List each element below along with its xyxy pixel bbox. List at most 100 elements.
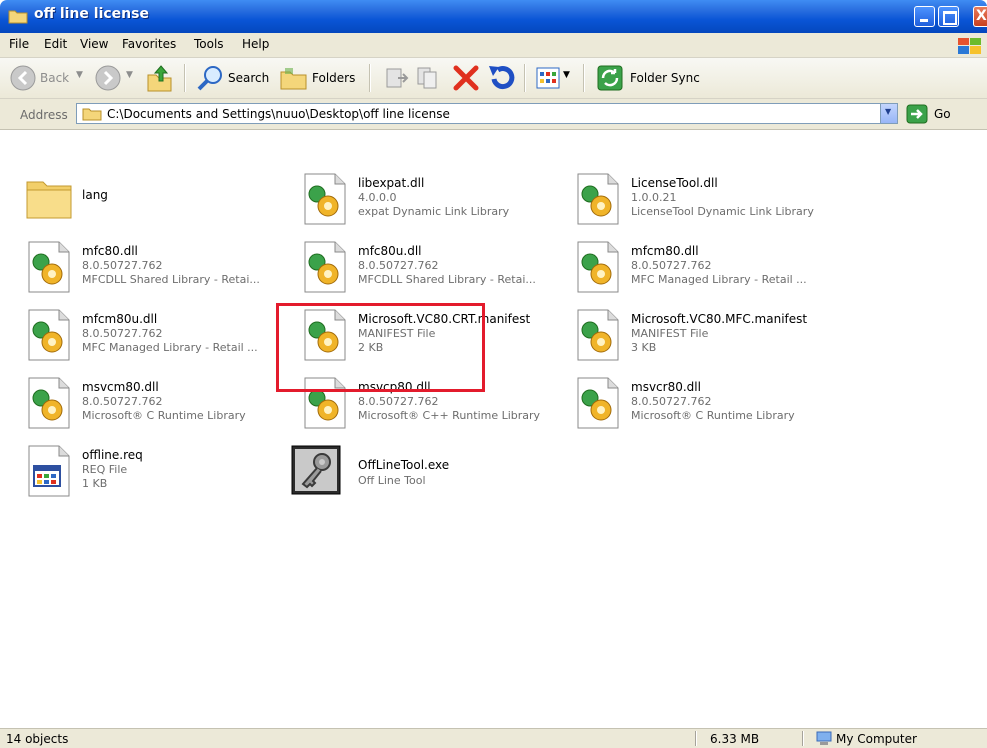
address-path: C:\Documents and Settings\nuuo\Desktop\o…: [107, 107, 450, 121]
folders-button[interactable]: Folders: [312, 71, 355, 85]
file-version: 1.0.0.21: [631, 191, 677, 204]
file-item-vc80-mfc-manifest[interactable]: Microsoft.VC80.MFC.manifest MANIFEST Fil…: [573, 304, 843, 364]
address-label: Address: [20, 108, 68, 122]
file-version: 8.0.50727.762: [631, 259, 712, 272]
highlight-annotation-box: [276, 303, 485, 392]
folder-sync-button[interactable]: Folder Sync: [630, 71, 700, 85]
file-name: libexpat.dll: [358, 176, 425, 190]
chevron-down-icon: ▼: [885, 107, 892, 116]
file-type: MANIFEST File: [631, 327, 709, 340]
search-icon[interactable]: [196, 64, 224, 92]
copy-to-icon[interactable]: [416, 66, 442, 90]
file-version: 8.0.50727.762: [631, 395, 712, 408]
file-item-libexpat[interactable]: libexpat.dll 4.0.0.0 expat Dynamic Link …: [300, 168, 570, 228]
file-name: mfc80.dll: [82, 244, 138, 258]
dll-icon: [28, 241, 70, 293]
maximize-button[interactable]: [938, 6, 959, 27]
back-button[interactable]: Back: [40, 71, 69, 85]
file-item-mfc80[interactable]: mfc80.dll 8.0.50727.762 MFCDLL Shared Li…: [24, 236, 294, 296]
close-icon: X: [976, 8, 987, 24]
status-zone: My Computer: [836, 732, 917, 746]
dll-icon: [577, 173, 619, 225]
file-item-mfcm80[interactable]: mfcm80.dll 8.0.50727.762 MFC Managed Lib…: [573, 236, 843, 296]
windows-logo-icon: [958, 38, 981, 54]
forward-arrow-icon[interactable]: [95, 65, 121, 91]
title-bar[interactable]: off line license X: [0, 0, 987, 33]
dll-icon: [304, 241, 346, 293]
status-divider: [695, 731, 697, 746]
address-bar: Address C:\Documents and Settings\nuuo\D…: [0, 99, 987, 130]
toolbar-separator: [184, 64, 186, 92]
file-item-offlinetool-exe[interactable]: OffLineTool.exe Off Line Tool: [290, 440, 480, 500]
menu-bar: File Edit View Favorites Tools Help: [0, 33, 987, 58]
views-icon[interactable]: [536, 67, 560, 89]
dll-icon: [304, 173, 346, 225]
status-bar: 14 objects 6.33 MB My Computer: [0, 728, 987, 748]
minimize-button[interactable]: [914, 6, 935, 27]
menu-view[interactable]: View: [80, 37, 108, 51]
key-app-icon: [291, 445, 341, 495]
go-button[interactable]: Go: [906, 104, 982, 124]
file-item-mfcm80u[interactable]: mfcm80u.dll 8.0.50727.762 MFC Managed Li…: [24, 304, 294, 364]
file-item-mfc80u[interactable]: mfc80u.dll 8.0.50727.762 MFCDLL Shared L…: [300, 236, 570, 296]
file-description: Microsoft® C Runtime Library: [631, 409, 795, 422]
menu-file[interactable]: File: [9, 37, 29, 51]
file-type: REQ File: [82, 463, 128, 476]
file-size: 3 KB: [631, 341, 657, 354]
file-list-view[interactable]: lang libexpat.dll 4.0.0.0 expat Dynamic …: [0, 130, 987, 728]
delete-icon[interactable]: [452, 64, 480, 92]
go-label: Go: [934, 107, 951, 121]
forward-dropdown-icon[interactable]: ▼: [126, 70, 133, 80]
file-name: mfcm80u.dll: [82, 312, 158, 326]
folder-icon: [8, 10, 28, 24]
file-name: OffLineTool.exe: [358, 458, 450, 472]
toolbar-separator: [583, 64, 585, 92]
file-description: MFC Managed Library - Retail ...: [82, 341, 258, 354]
file-item-lang[interactable]: lang: [24, 168, 294, 228]
address-dropdown-button[interactable]: ▼: [880, 104, 897, 123]
file-description: Microsoft® C Runtime Library: [82, 409, 246, 422]
file-name: msvcm80.dll: [82, 380, 159, 394]
move-to-icon[interactable]: [384, 66, 410, 90]
file-description: expat Dynamic Link Library: [358, 205, 510, 218]
dll-icon: [577, 377, 619, 429]
back-dropdown-icon[interactable]: ▼: [76, 70, 83, 80]
file-item-msvcm80[interactable]: msvcm80.dll 8.0.50727.762 Microsoft® C R…: [24, 372, 294, 432]
file-version: 8.0.50727.762: [82, 395, 163, 408]
folders-icon[interactable]: [279, 64, 309, 92]
address-input[interactable]: C:\Documents and Settings\nuuo\Desktop\o…: [76, 103, 898, 124]
toolbar: Back ▼ ▼ Search Folders ▼ Folder Sync: [0, 58, 987, 99]
go-arrow-icon: [906, 104, 928, 124]
file-name: msvcr80.dll: [631, 380, 701, 394]
file-name: Microsoft.VC80.MFC.manifest: [631, 312, 808, 326]
file-description: MFCDLL Shared Library - Retai...: [358, 273, 536, 286]
undo-icon[interactable]: [486, 63, 516, 93]
file-size: 1 KB: [82, 477, 108, 490]
req-file-icon: [28, 445, 70, 497]
status-object-count: 14 objects: [6, 732, 69, 746]
views-dropdown-icon[interactable]: ▼: [563, 70, 570, 80]
menu-tools[interactable]: Tools: [194, 37, 224, 51]
search-button[interactable]: Search: [228, 71, 269, 85]
folder-sync-icon[interactable]: [597, 65, 623, 91]
file-version: 8.0.50727.762: [358, 395, 439, 408]
status-divider: [802, 731, 804, 746]
menu-edit[interactable]: Edit: [44, 37, 67, 51]
file-version: 8.0.50727.762: [82, 327, 163, 340]
file-item-msvcr80[interactable]: msvcr80.dll 8.0.50727.762 Microsoft® C R…: [573, 372, 843, 432]
window-title: off line license: [34, 6, 149, 22]
status-size: 6.33 MB: [710, 732, 760, 746]
up-folder-icon[interactable]: [145, 63, 175, 93]
file-item-offline-req[interactable]: offline.req REQ File 1 KB: [24, 440, 294, 500]
file-name: lang: [82, 188, 108, 202]
file-description: MFC Managed Library - Retail ...: [631, 273, 807, 286]
back-arrow-icon[interactable]: [10, 65, 36, 91]
folder-icon: [26, 181, 72, 219]
menu-help[interactable]: Help: [242, 37, 269, 51]
menu-favorites[interactable]: Favorites: [122, 37, 176, 51]
maximize-icon: [943, 11, 957, 25]
close-button[interactable]: X: [973, 6, 987, 27]
folder-icon: [82, 108, 102, 121]
my-computer-icon: [816, 731, 832, 745]
file-item-licensetool[interactable]: LicenseTool.dll 1.0.0.21 LicenseTool Dyn…: [573, 168, 843, 228]
